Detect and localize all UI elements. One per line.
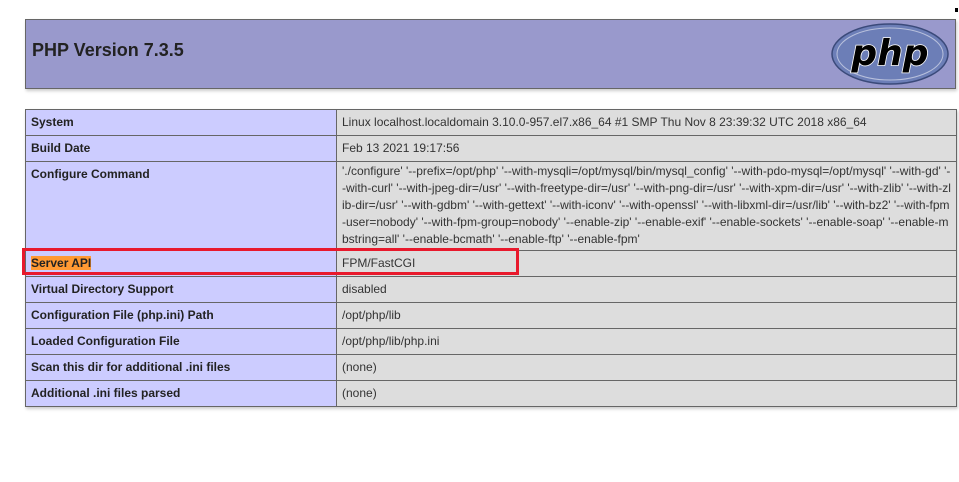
- table-row: Loaded Configuration File /opt/php/lib/p…: [25, 328, 957, 355]
- row-key: Configuration File (php.ini) Path: [25, 302, 337, 329]
- row-key: Build Date: [25, 135, 337, 162]
- scroll-indicator: [955, 8, 958, 12]
- phpinfo-page: PHP Version 7.3.5 php System Linux local…: [0, 0, 959, 482]
- php-logo-icon: php: [831, 23, 949, 85]
- row-key: Loaded Configuration File: [25, 328, 337, 355]
- page-title: PHP Version 7.3.5: [32, 40, 184, 60]
- row-key: Virtual Directory Support: [25, 276, 337, 303]
- row-value: Linux localhost.localdomain 3.10.0-957.e…: [336, 109, 957, 136]
- row-value: (none): [336, 354, 957, 381]
- row-key: Additional .ini files parsed: [25, 380, 337, 407]
- row-value: FPM/FastCGI: [336, 250, 957, 277]
- row-value: /opt/php/lib: [336, 302, 957, 329]
- row-value: './configure' '--prefix=/opt/php' '--wit…: [336, 161, 957, 251]
- table-row: Additional .ini files parsed (none): [25, 380, 957, 407]
- table-row: System Linux localhost.localdomain 3.10.…: [25, 109, 957, 136]
- highlighted-key: Server API: [31, 256, 92, 270]
- row-key-server-api: Server API: [25, 250, 337, 277]
- table-row: Configuration File (php.ini) Path /opt/p…: [25, 302, 957, 329]
- row-value: Feb 13 2021 19:17:56: [336, 135, 957, 162]
- row-value: (none): [336, 380, 957, 407]
- table-row: Virtual Directory Support disabled: [25, 276, 957, 303]
- table-row: Scan this dir for additional .ini files …: [25, 354, 957, 381]
- row-key: Configure Command: [25, 161, 337, 251]
- row-key: Scan this dir for additional .ini files: [25, 354, 337, 381]
- row-value: disabled: [336, 276, 957, 303]
- table-row: Configure Command './configure' '--prefi…: [25, 161, 957, 251]
- table-row-server-api: Server API FPM/FastCGI: [25, 250, 957, 277]
- table-row: Build Date Feb 13 2021 19:17:56: [25, 135, 957, 162]
- phpinfo-header: PHP Version 7.3.5 php: [25, 19, 956, 89]
- phpinfo-table: System Linux localhost.localdomain 3.10.…: [25, 109, 957, 407]
- row-key: System: [25, 109, 337, 136]
- row-value: /opt/php/lib/php.ini: [336, 328, 957, 355]
- php-logo-text: php: [850, 33, 928, 74]
